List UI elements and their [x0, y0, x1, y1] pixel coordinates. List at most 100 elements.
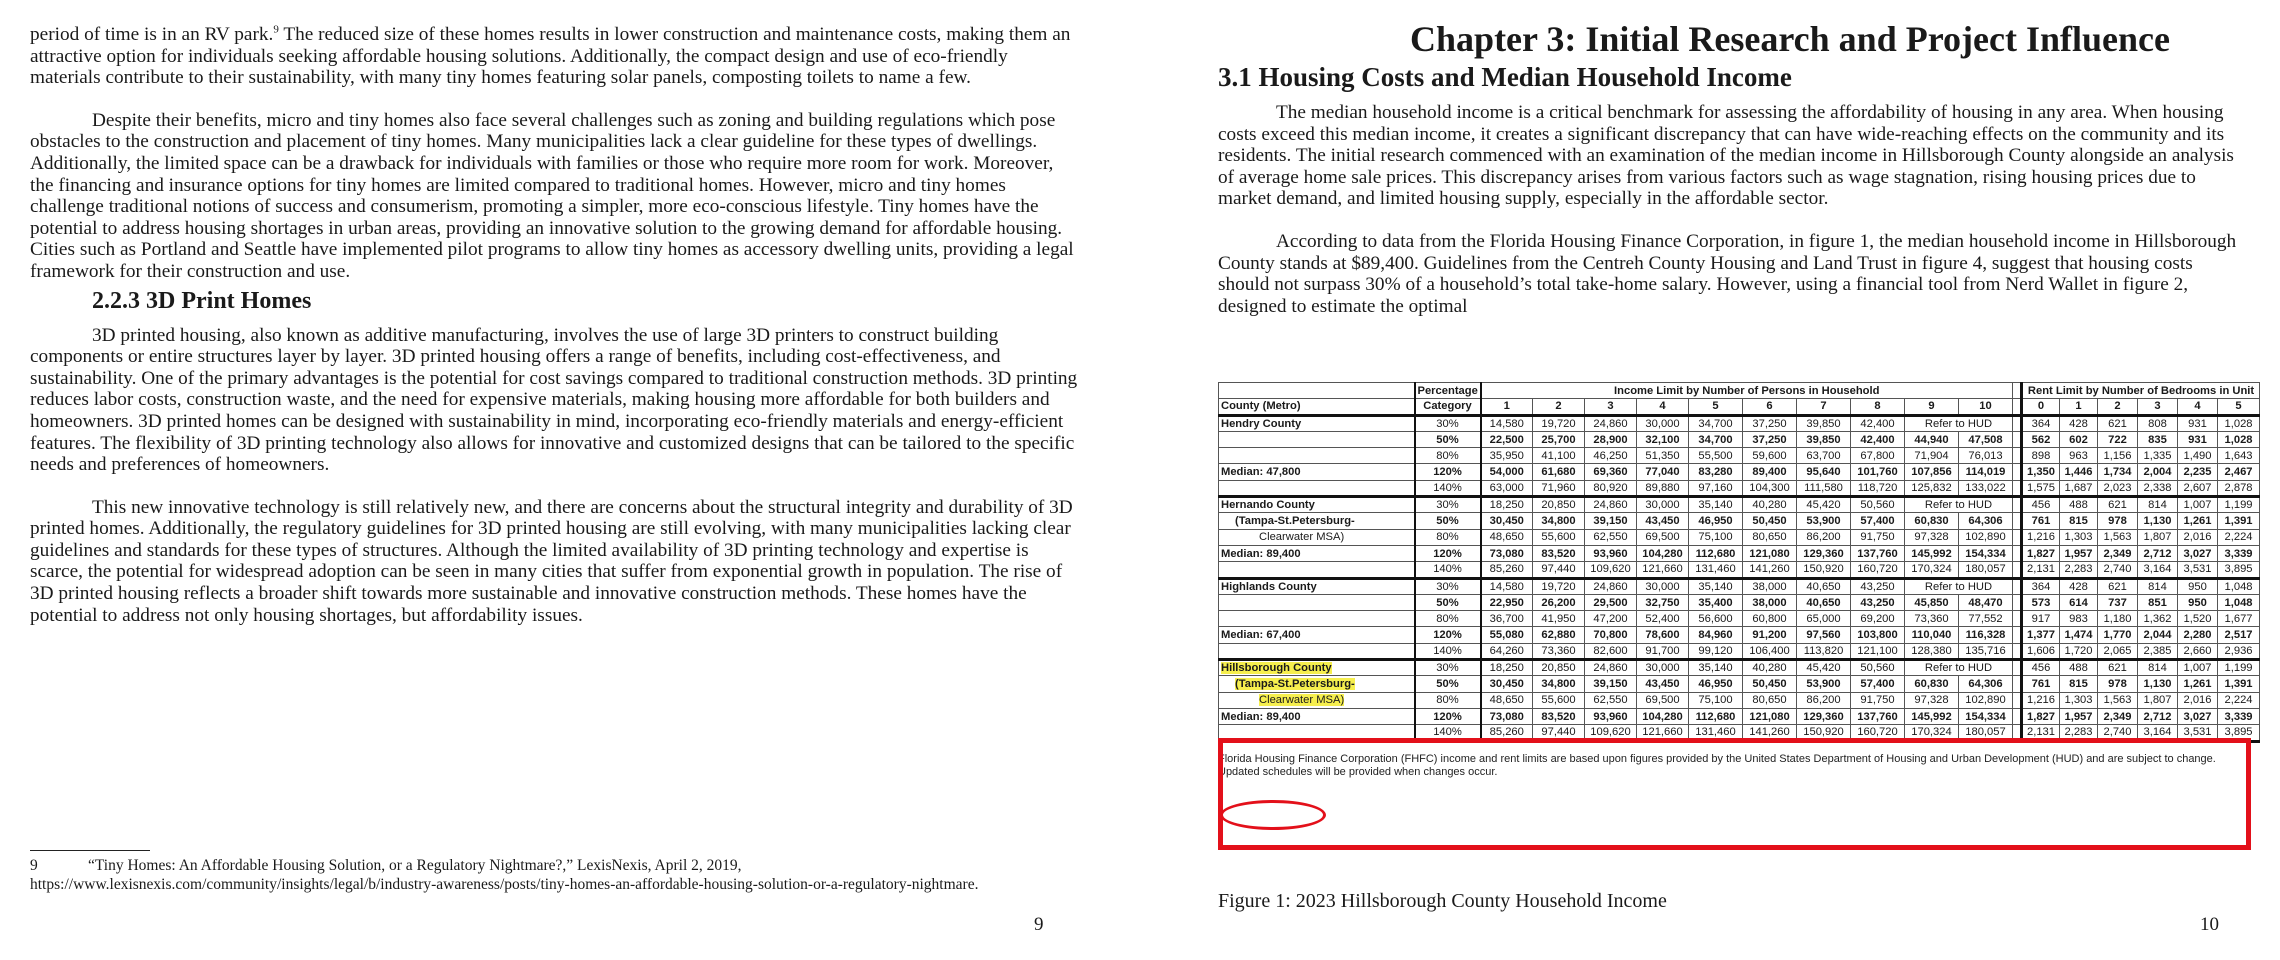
rent-limit-cell: 931	[2177, 414, 2218, 432]
rent-limit-cell: 808	[2137, 414, 2178, 432]
income-limit-cell: 137,760	[1850, 544, 1905, 563]
income-limit-cell: 141,260	[1742, 561, 1797, 580]
income-limit-cell: 25,700	[1532, 430, 1585, 449]
rent-limit-cell: 950	[2177, 577, 2218, 595]
income-limit-cell: 30,000	[1636, 577, 1689, 595]
income-limit-cell: 97,440	[1532, 561, 1585, 580]
rent-limit-cell: 851	[2137, 593, 2178, 612]
income-limit-cell: 91,750	[1850, 691, 1905, 709]
column-separator	[2012, 675, 2023, 693]
category-cell: 30%	[1414, 414, 1482, 432]
income-limit-cell: 99,120	[1688, 642, 1743, 662]
rent-limit-cell: 1,362	[2137, 610, 2178, 628]
rent-limit-cell: 3,531	[2177, 724, 2218, 743]
header-cell: 1	[1480, 398, 1533, 417]
right-body-text: The median household income is a critica…	[1218, 102, 2248, 317]
income-limit-cell: 160,720	[1850, 724, 1905, 743]
rent-limit-cell: 1,520	[2177, 610, 2218, 628]
table-row: Clearwater MSA) 80% 48,650 55,600 62,550 69,5…	[1218, 528, 2261, 546]
income-limit-cell: 71,960	[1532, 479, 1585, 499]
income-limit-cell: 41,100	[1532, 447, 1585, 465]
income-limit-cell: 48,650	[1480, 528, 1533, 546]
county-cell: (Tampa-St.Petersburg-	[1218, 512, 1416, 530]
income-limit-cell: 76,013	[1958, 447, 2013, 465]
income-limit-cell: 61,680	[1532, 463, 1585, 481]
column-separator	[2012, 398, 2023, 417]
category-cell: 30%	[1414, 496, 1482, 514]
income-limit-cell: 24,860	[1584, 414, 1637, 432]
category-cell: 80%	[1414, 610, 1482, 628]
income-limit-cell: 53,900	[1796, 512, 1851, 530]
income-limit-cell: 57,400	[1850, 512, 1905, 530]
income-limit-cell: 53,900	[1796, 675, 1851, 693]
income-limit-cell: 69,200	[1850, 610, 1905, 628]
rent-limit-cell: 917	[2021, 610, 2060, 628]
income-limit-cell: 38,000	[1742, 593, 1797, 612]
rent-limit-cell: 1,303	[2059, 528, 2098, 546]
income-limit-cell: 89,400	[1742, 463, 1797, 481]
income-limit-cell: 112,680	[1688, 544, 1743, 563]
rent-limit-cell: 602	[2059, 430, 2098, 449]
column-separator	[2012, 512, 2023, 530]
income-limit-cell: 35,400	[1688, 593, 1743, 612]
income-limit-cell: 37,250	[1742, 430, 1797, 449]
income-limit-cell: 43,250	[1850, 593, 1905, 612]
column-separator	[2012, 528, 2023, 546]
income-limit-cell: 145,992	[1904, 544, 1959, 563]
table-row: Clearwater MSA) 80% 48,650 55,600 62,550 69,5…	[1218, 691, 2261, 709]
rent-limit-cell: 2,740	[2097, 561, 2138, 580]
rent-limit-cell: 621	[2097, 659, 2138, 677]
income-limit-cell: 83,280	[1688, 463, 1743, 481]
left-body-text: period of time is in an RV park.9 The re…	[30, 24, 1080, 626]
income-limit-cell: 64,260	[1480, 642, 1533, 662]
rent-limit-cell: 1,028	[2216, 430, 2261, 449]
income-limit-cell: 97,328	[1904, 691, 1959, 709]
rent-limit-cell: 1,677	[2216, 610, 2261, 628]
income-limit-cell: 121,080	[1742, 544, 1797, 563]
income-limit-cell: 107,856	[1904, 463, 1959, 481]
table-source-note: Florida Housing Finance Corporation (FHF…	[1218, 752, 2216, 778]
rent-limit-cell: 835	[2137, 430, 2178, 449]
income-limit-cell: 95,640	[1796, 463, 1851, 481]
column-separator	[2012, 707, 2023, 726]
footnote-text: “Tiny Homes: An Affordable Housing Solut…	[30, 857, 979, 893]
figure-caption: Figure 1: 2023 Hillsborough County House…	[1218, 890, 1667, 912]
income-limit-cell: 30,450	[1480, 512, 1533, 530]
income-limit-cell: 62,550	[1584, 691, 1637, 709]
table-row: 140% 64,260 73,360 82,600 91,700 99,120 106,40…	[1218, 642, 2261, 662]
income-limit-cell: 30,000	[1636, 659, 1689, 677]
income-limit-cell: 32,750	[1636, 593, 1689, 612]
column-separator	[2012, 724, 2023, 743]
table-row: 140% 85,260 97,440 109,620 121,660 131,460 141…	[1218, 724, 2261, 743]
rent-limit-cell: 2,023	[2097, 479, 2138, 499]
rent-limit-cell: 1,350	[2021, 463, 2060, 481]
income-limit-cell: 65,000	[1796, 610, 1851, 628]
rent-limit-cell: 1,446	[2059, 463, 2098, 481]
column-separator	[2012, 463, 2023, 481]
income-limit-cell: 55,600	[1532, 691, 1585, 709]
header-cell: Percentage	[1414, 381, 1482, 400]
income-limit-cell: 47,508	[1958, 430, 2013, 449]
rent-limit-cell: 1,156	[2097, 447, 2138, 465]
header-cell: 8	[1850, 398, 1905, 417]
rent-limit-cell: 1,957	[2059, 544, 2098, 563]
rent-limit-cell: 488	[2059, 496, 2098, 514]
footnote: 9 “Tiny Homes: An Affordable Housing Solu…	[30, 856, 1080, 894]
header-cell: 10	[1958, 398, 2013, 417]
category-cell: 120%	[1414, 626, 1482, 644]
income-limit-cell: 97,560	[1796, 626, 1851, 644]
column-separator	[2012, 479, 2023, 499]
income-limit-cell: 34,800	[1532, 675, 1585, 693]
footnote-reference[interactable]: 9	[273, 24, 279, 36]
income-limit-cell: 102,890	[1958, 528, 2013, 546]
category-cell: 50%	[1414, 430, 1482, 449]
column-separator	[2012, 659, 2023, 677]
header-cell: 9	[1904, 398, 1959, 417]
income-limit-cell: 63,700	[1796, 447, 1851, 465]
income-limit-cell: 24,860	[1584, 577, 1637, 595]
income-limit-cell: 180,057	[1958, 724, 2013, 743]
rent-limit-cell: 1,261	[2177, 512, 2218, 530]
rent-limit-cell: 2,712	[2137, 707, 2178, 726]
income-limit-cell: 97,440	[1532, 724, 1585, 743]
county-cell	[1218, 593, 1416, 612]
